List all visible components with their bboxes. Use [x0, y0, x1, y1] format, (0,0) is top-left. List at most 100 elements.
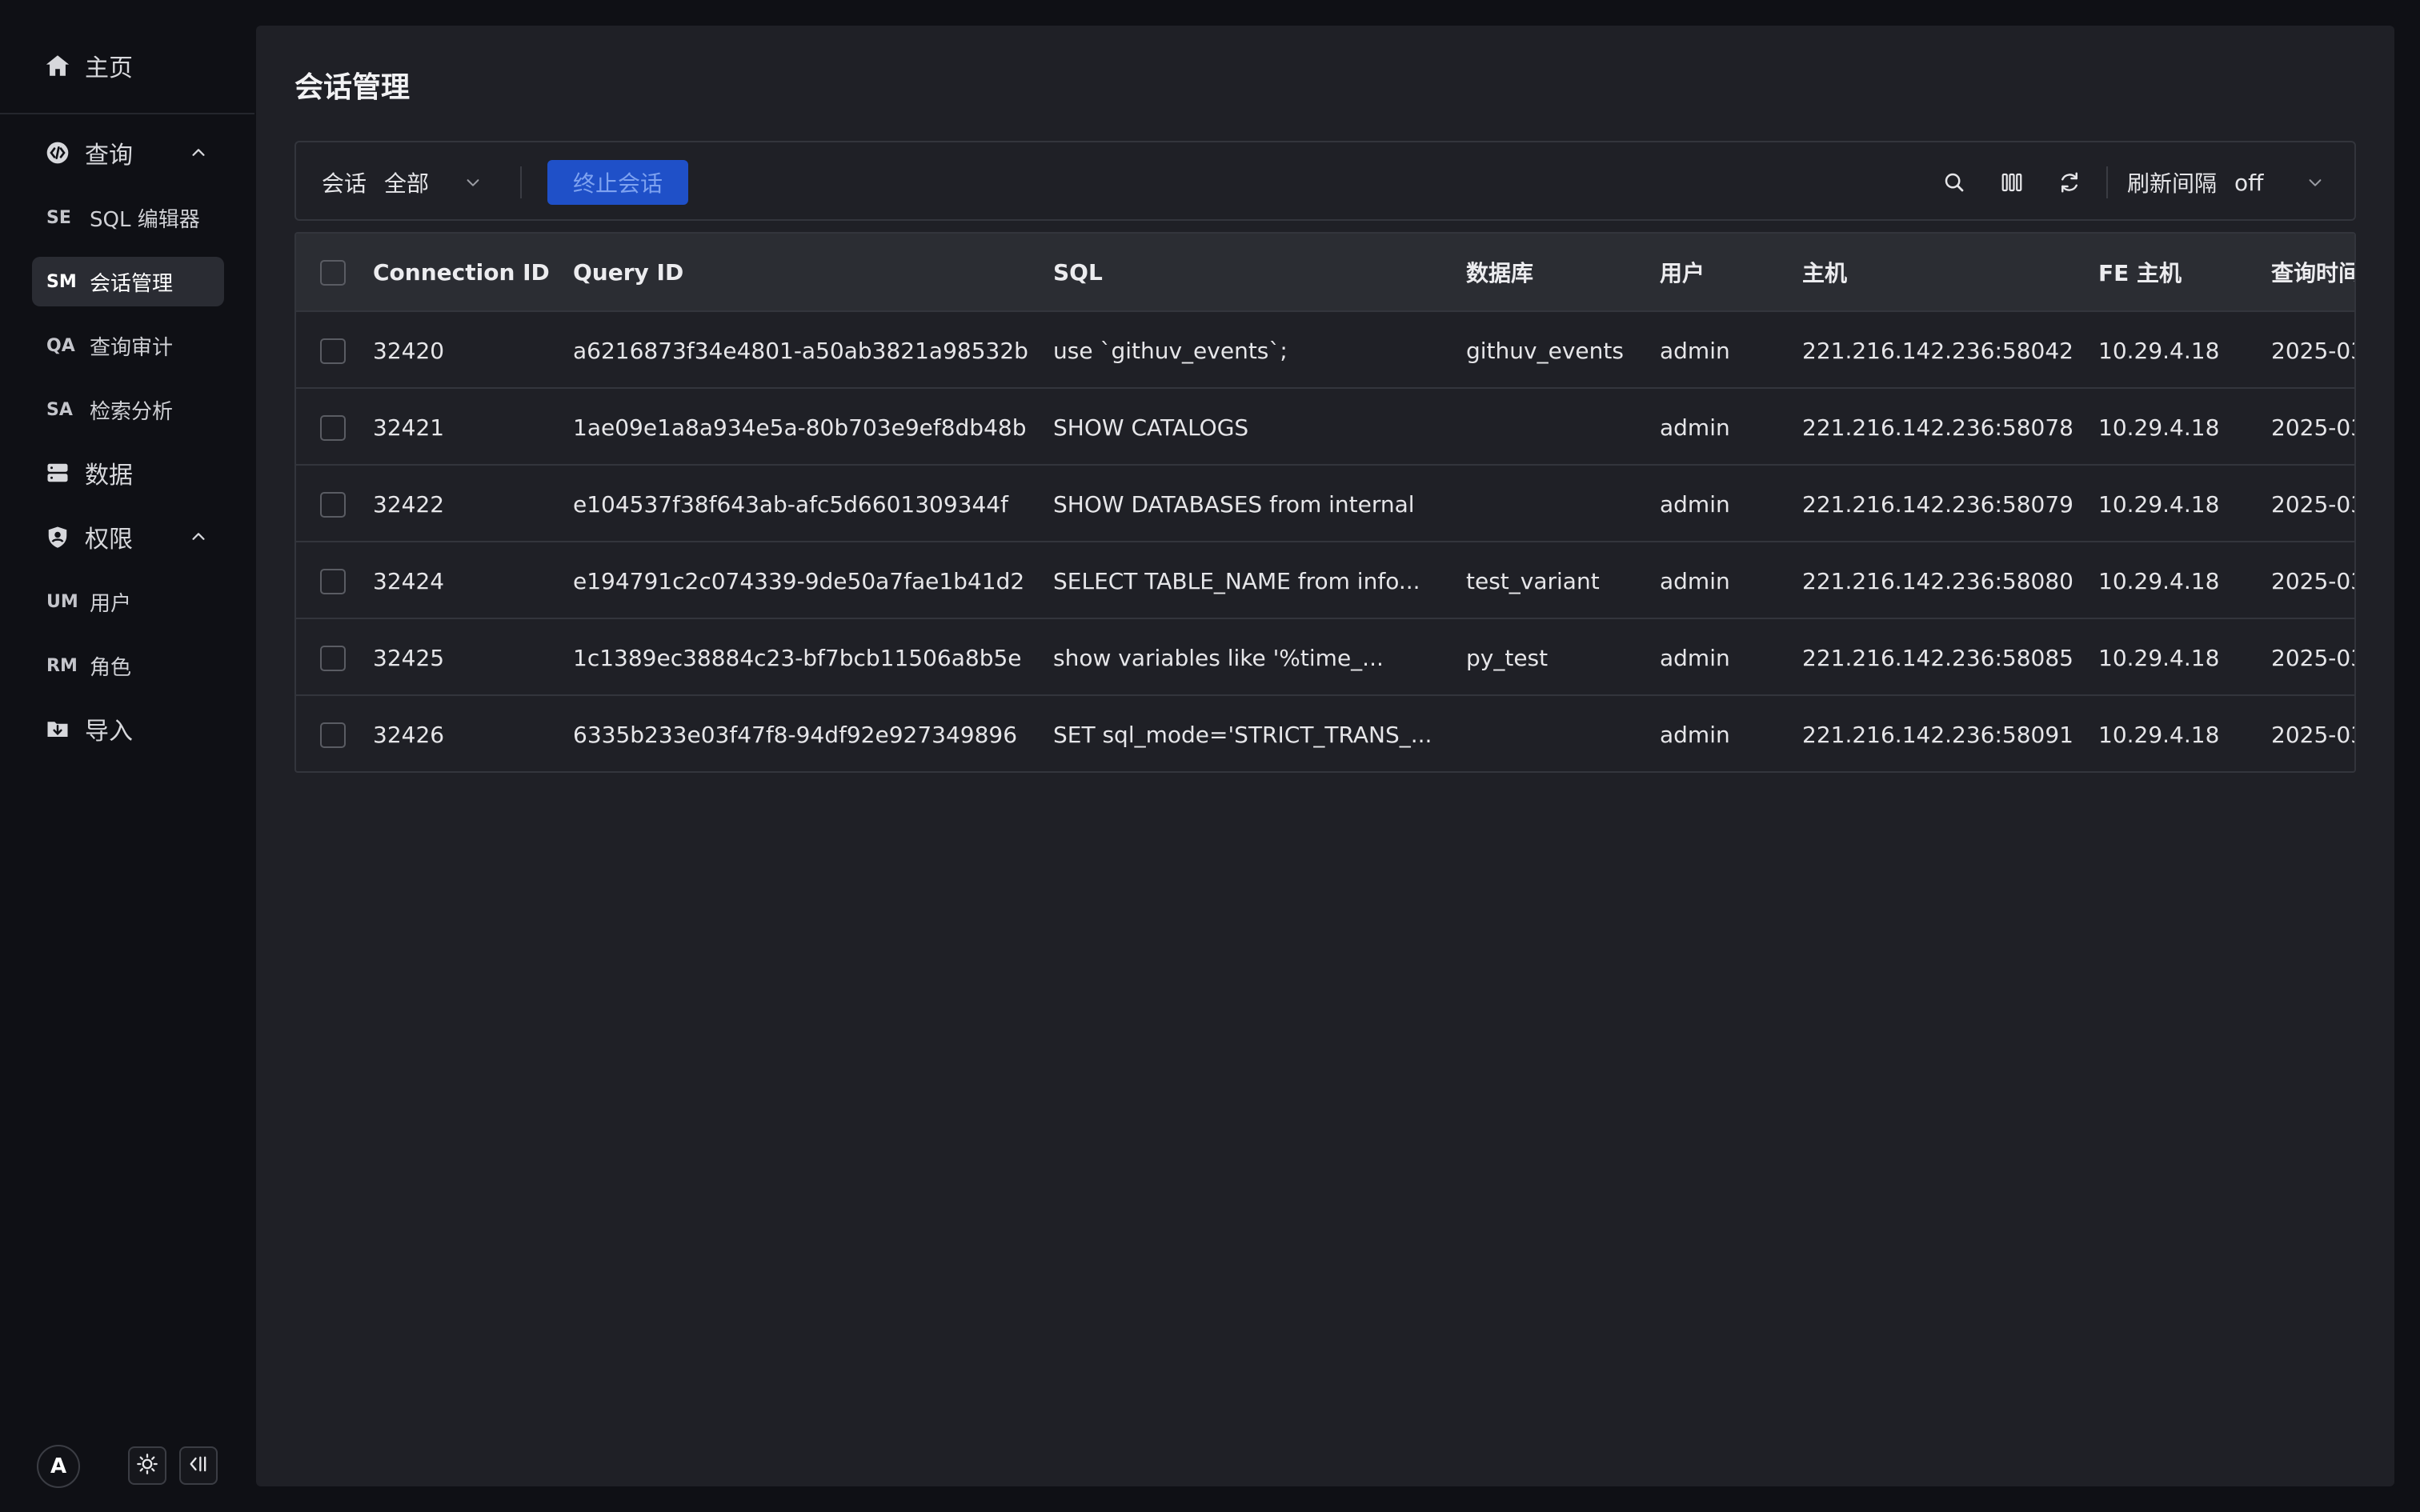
search-icon[interactable] — [1940, 168, 1969, 197]
row-checkbox[interactable] — [320, 646, 346, 671]
sidebar-divider — [0, 113, 254, 114]
sidebar-item-label: 会话管理 — [90, 271, 174, 296]
session-filter-value: 全部 — [384, 170, 430, 197]
row-checkbox[interactable] — [320, 569, 346, 594]
sidebar-item-data[interactable]: 数据 — [43, 454, 133, 492]
cell-user: admin — [1660, 414, 1730, 441]
refresh-interval-select[interactable]: 刷新间隔 off — [2127, 163, 2322, 202]
cell-connection-id: 32424 — [373, 567, 445, 594]
refresh-icon[interactable] — [2055, 168, 2084, 197]
column-header-sql[interactable]: SQL — [1053, 234, 1103, 310]
toolbar-divider — [520, 166, 522, 198]
sidebar-group-query[interactable]: 查询 — [43, 134, 211, 172]
cell-query-id: 1c1389ec38884c23-bf7bcb11506a8b5e — [573, 644, 1022, 671]
sidebar: 主页 查询 SE SQL 编辑器 SM 会话管理 QA 查询审计 SA 检索分析… — [0, 0, 254, 1512]
cell-query-id: a6216873f34e4801-a50ab3821a98532b — [573, 337, 1028, 364]
cell-database: githuv_events — [1466, 337, 1624, 364]
data-icon — [43, 458, 72, 487]
home-icon — [43, 51, 72, 80]
column-header-connection-id[interactable]: Connection ID — [373, 234, 550, 310]
sidebar-item-session-management[interactable]: SM 会话管理 — [32, 257, 224, 306]
columns-icon[interactable] — [1997, 168, 2026, 197]
chevron-up-icon[interactable] — [186, 140, 211, 166]
cell-fe-host: 10.29.4.18 — [2098, 721, 2220, 748]
sidebar-item-abbr: QA — [46, 335, 75, 356]
chevron-up-icon[interactable] — [186, 524, 211, 550]
chevron-down-icon — [2303, 170, 2327, 194]
table-row[interactable]: 32426 6335b233e03f47f8-94df92e927349896 … — [296, 694, 2356, 771]
sidebar-item-roles[interactable]: RM 角色 — [32, 641, 224, 690]
cell-query-id: 6335b233e03f47f8-94df92e927349896 — [573, 721, 1018, 748]
cell-fe-host: 10.29.4.18 — [2098, 567, 2220, 594]
row-checkbox[interactable] — [320, 492, 346, 518]
sidebar-item-import[interactable]: 导入 — [43, 710, 133, 748]
cell-host: 221.216.142.236:58091 — [1802, 721, 2073, 748]
sidebar-item-users[interactable]: UM 用户 — [32, 577, 224, 626]
row-checkbox[interactable] — [320, 338, 346, 364]
avatar[interactable]: A — [37, 1445, 80, 1488]
theme-icon — [136, 1453, 158, 1478]
theme-toggle-button[interactable] — [128, 1446, 166, 1485]
cell-sql: SET sql_mode='STRICT_TRANS_... — [1053, 721, 1432, 748]
cell-user: admin — [1660, 721, 1730, 748]
refresh-interval-label: 刷新间隔 — [2127, 170, 2218, 197]
cell-query-time: 2025-03 — [2271, 490, 2356, 518]
select-all-checkbox[interactable] — [320, 260, 346, 286]
table-row[interactable]: 32421 1ae09e1a8a934e5a-80b703e9ef8db48b … — [296, 387, 2354, 464]
cell-query-time: 2025-03 — [2271, 644, 2356, 671]
cell-query-time: 2025-03 — [2271, 337, 2356, 364]
column-header-user[interactable]: 用户 — [1660, 234, 1705, 310]
main-panel: 会话管理 会话 全部 终止会话 刷新间隔 off Connection ID Q… — [256, 26, 2394, 1486]
cell-connection-id: 32420 — [373, 337, 445, 364]
row-checkbox[interactable] — [320, 722, 346, 748]
cell-sql: SHOW CATALOGS — [1053, 414, 1249, 441]
cell-database: test_variant — [1466, 567, 1600, 594]
cell-fe-host: 10.29.4.18 — [2098, 644, 2220, 671]
cell-host: 221.216.142.236:58042 — [1802, 337, 2073, 364]
cell-connection-id: 32426 — [373, 721, 445, 748]
sidebar-group-label: 查询 — [85, 142, 133, 170]
column-header-host[interactable]: 主机 — [1802, 234, 1847, 310]
collapse-sidebar-button[interactable] — [179, 1446, 218, 1485]
sidebar-item-label: 主页 — [85, 54, 133, 82]
cell-sql: SELECT TABLE_NAME from info... — [1053, 567, 1420, 594]
column-header-fe-host[interactable]: FE 主机 — [2098, 234, 2182, 310]
permission-icon — [43, 522, 72, 551]
cell-query-time: 2025-03 — [2271, 721, 2356, 748]
cell-connection-id: 32422 — [373, 490, 445, 518]
sidebar-item-label: 检索分析 — [90, 399, 174, 424]
table-row[interactable]: 32420 a6216873f34e4801-a50ab3821a98532b … — [296, 310, 2356, 387]
sidebar-item-home[interactable]: 主页 — [43, 46, 133, 85]
query-icon — [43, 138, 72, 167]
sidebar-item-abbr: SM — [46, 271, 77, 292]
sidebar-group-permission[interactable]: 权限 — [43, 518, 211, 556]
table-row[interactable]: 32424 e194791c2c074339-9de50a7fae1b41d2 … — [296, 541, 2356, 618]
sidebar-item-search-analysis[interactable]: SA 检索分析 — [32, 385, 224, 434]
table-row[interactable]: 32422 e104537f38f643ab-afc5d6601309344f … — [296, 464, 2356, 541]
import-icon — [43, 714, 72, 743]
cell-connection-id: 32421 — [373, 414, 445, 441]
row-checkbox[interactable] — [320, 415, 346, 441]
sidebar-item-label: SQL 编辑器 — [90, 207, 200, 232]
column-header-query-time[interactable]: 查询时间 — [2271, 234, 2354, 310]
table-header-row: Connection ID Query ID SQL 数据库 用户 主机 FE … — [296, 234, 2354, 310]
sidebar-item-label: 角色 — [90, 655, 132, 680]
kill-session-button[interactable]: 终止会话 — [547, 160, 688, 205]
cell-host: 221.216.142.236:58079 — [1802, 490, 2073, 518]
chevron-down-icon — [461, 170, 485, 194]
column-header-database[interactable]: 数据库 — [1466, 234, 1533, 310]
cell-user: admin — [1660, 490, 1730, 518]
cell-query-id: e104537f38f643ab-afc5d6601309344f — [573, 490, 1008, 518]
cell-database: py_test — [1466, 644, 1549, 671]
table-row[interactable]: 32425 1c1389ec38884c23-bf7bcb11506a8b5e … — [296, 618, 2356, 694]
sidebar-item-query-audit[interactable]: QA 查询审计 — [32, 321, 224, 370]
cell-user: admin — [1660, 644, 1730, 671]
cell-fe-host: 10.29.4.18 — [2098, 490, 2220, 518]
cell-sql: use `githuv_events`; — [1053, 337, 1288, 364]
column-header-query-id[interactable]: Query ID — [573, 234, 683, 310]
session-filter-select[interactable]: 会话 全部 — [322, 163, 485, 202]
cell-user: admin — [1660, 567, 1730, 594]
sidebar-item-label: 查询审计 — [90, 335, 174, 360]
cell-query-time: 2025-03 — [2271, 567, 2356, 594]
sidebar-item-sql-editor[interactable]: SE SQL 编辑器 — [32, 193, 224, 242]
